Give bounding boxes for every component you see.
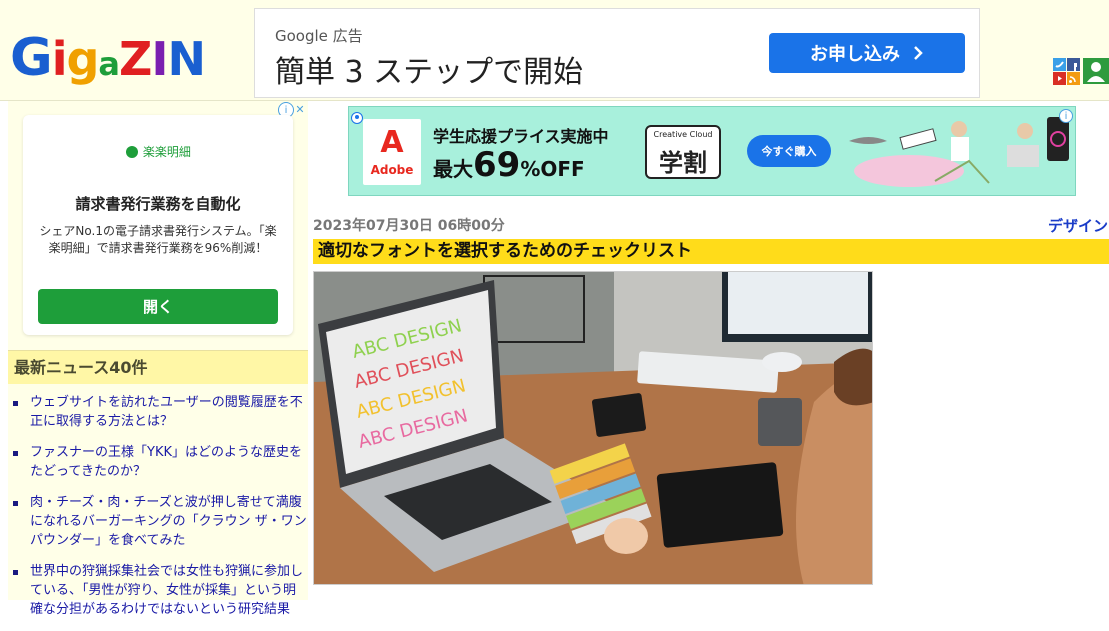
chevron-right-icon xyxy=(914,46,923,60)
adobe-logo-mark: A xyxy=(380,125,404,160)
logo-letter: a xyxy=(98,45,120,83)
rakuraku-logo-icon xyxy=(126,146,139,158)
discount-prefix: 最大 xyxy=(433,157,473,181)
logo-letter: I xyxy=(151,32,168,86)
ad-title: 簡単 3 ステップで開始 xyxy=(275,55,584,90)
logo-letter: g xyxy=(66,32,99,86)
logo-letter: i xyxy=(51,32,68,86)
apply-button[interactable]: お申し込み xyxy=(769,33,965,73)
logo-letter: G xyxy=(10,28,53,88)
discount-number: 69 xyxy=(473,145,521,185)
ad-headline: 学生応援プライス実施中 xyxy=(433,127,609,146)
post-category-link[interactable]: デザイン xyxy=(1048,215,1108,236)
adobe-wordmark: Adobe xyxy=(370,163,414,177)
open-button[interactable]: 開く xyxy=(38,289,278,324)
logo-letter: Z xyxy=(119,32,152,86)
news-link[interactable]: ウェブサイトを訪れたユーザーの閲覧履歴を不正に取得する方法とは？ xyxy=(8,393,308,431)
news-list: ウェブサイトを訪れたユーザーの閲覧履歴を不正に取得する方法とは？ ファスナーの王… xyxy=(8,393,308,631)
buy-now-button[interactable]: 今すぐ購入 xyxy=(747,135,831,167)
adchoices-icon[interactable]: i xyxy=(1059,109,1073,123)
badge-label: Creative Cloud xyxy=(653,130,713,139)
twitter-icon[interactable] xyxy=(1053,58,1066,71)
youtube-icon[interactable] xyxy=(1053,72,1066,85)
close-icon[interactable]: ✕ xyxy=(293,102,307,116)
rss-icon[interactable] xyxy=(1067,72,1080,85)
ad-brand: 楽楽明細 xyxy=(142,145,191,159)
adobe-logo: A Adobe xyxy=(363,119,421,185)
article-photo[interactable]: ABC DESIGN ABC DESIGN ABC DESIGN ABC DES… xyxy=(313,271,873,585)
sidebar: i ✕ 楽楽明細 請求書発行業務を自動化 シェアNo.1の電子請求書発行システム… xyxy=(8,101,308,617)
news-link[interactable]: 世界中の狩猟採集社会では女性も狩猟に参加している、「男性が狩り、女性が採集」とい… xyxy=(8,562,308,619)
logo-letter: N xyxy=(167,32,205,86)
post-title[interactable]: 適切なフォントを選択するためのチェックリスト xyxy=(313,239,1109,264)
site-header: GigaZINE i ✕ Google 広告 簡単 3 ステップで開始 お申し込… xyxy=(0,0,1109,159)
ad-discount: 最大69%OFF xyxy=(433,145,585,185)
sidebar-ad[interactable]: 楽楽明細 請求書発行業務を自動化 シェアNo.1の電子請求書発行システム。「楽楽… xyxy=(23,115,293,335)
news-link[interactable]: ファスナーの王様「YKK」はどのような歴史をたどってきたのか？ xyxy=(8,443,308,481)
gigazine-logo[interactable]: GigaZINE xyxy=(10,24,220,159)
ad-description: シェアNo.1の電子請求書発行システム。「楽楽明細」で請求書発行業務を96%削減… xyxy=(39,224,277,255)
rakuraku-logo: 楽楽明細 xyxy=(23,143,293,160)
top-banner-ad[interactable]: Google 広告 簡単 3 ステップで開始 お申し込み xyxy=(254,8,980,98)
news-link[interactable]: 肉・チーズ・肉・チーズと波が押し寄せて満腹になれるバーガーキングの「クラウン ザ… xyxy=(8,493,308,550)
user-icon[interactable] xyxy=(1083,58,1109,84)
ad-label: Google 広告 xyxy=(275,27,363,45)
apply-button-label: お申し込み xyxy=(810,44,900,65)
adobe-banner-ad[interactable]: A Adobe 学生応援プライス実施中 最大69%OFF Creative Cl… xyxy=(348,106,1076,196)
latest-news-heading: 最新ニュース40件 xyxy=(8,350,308,384)
badge-kanji: 学割 xyxy=(659,149,707,177)
creative-cloud-badge: Creative Cloud 学割 xyxy=(645,125,721,179)
ad-badge-icon xyxy=(351,109,363,124)
photo-illustration: ABC DESIGN ABC DESIGN ABC DESIGN ABC DES… xyxy=(314,272,872,584)
facebook-icon[interactable] xyxy=(1067,58,1080,71)
discount-suffix: %OFF xyxy=(520,157,585,181)
ad-illustration xyxy=(849,117,1069,187)
post-date: 2023年07月30日 06時00分 xyxy=(313,218,505,234)
ad-title: 請求書発行業務を自動化 xyxy=(75,195,241,213)
